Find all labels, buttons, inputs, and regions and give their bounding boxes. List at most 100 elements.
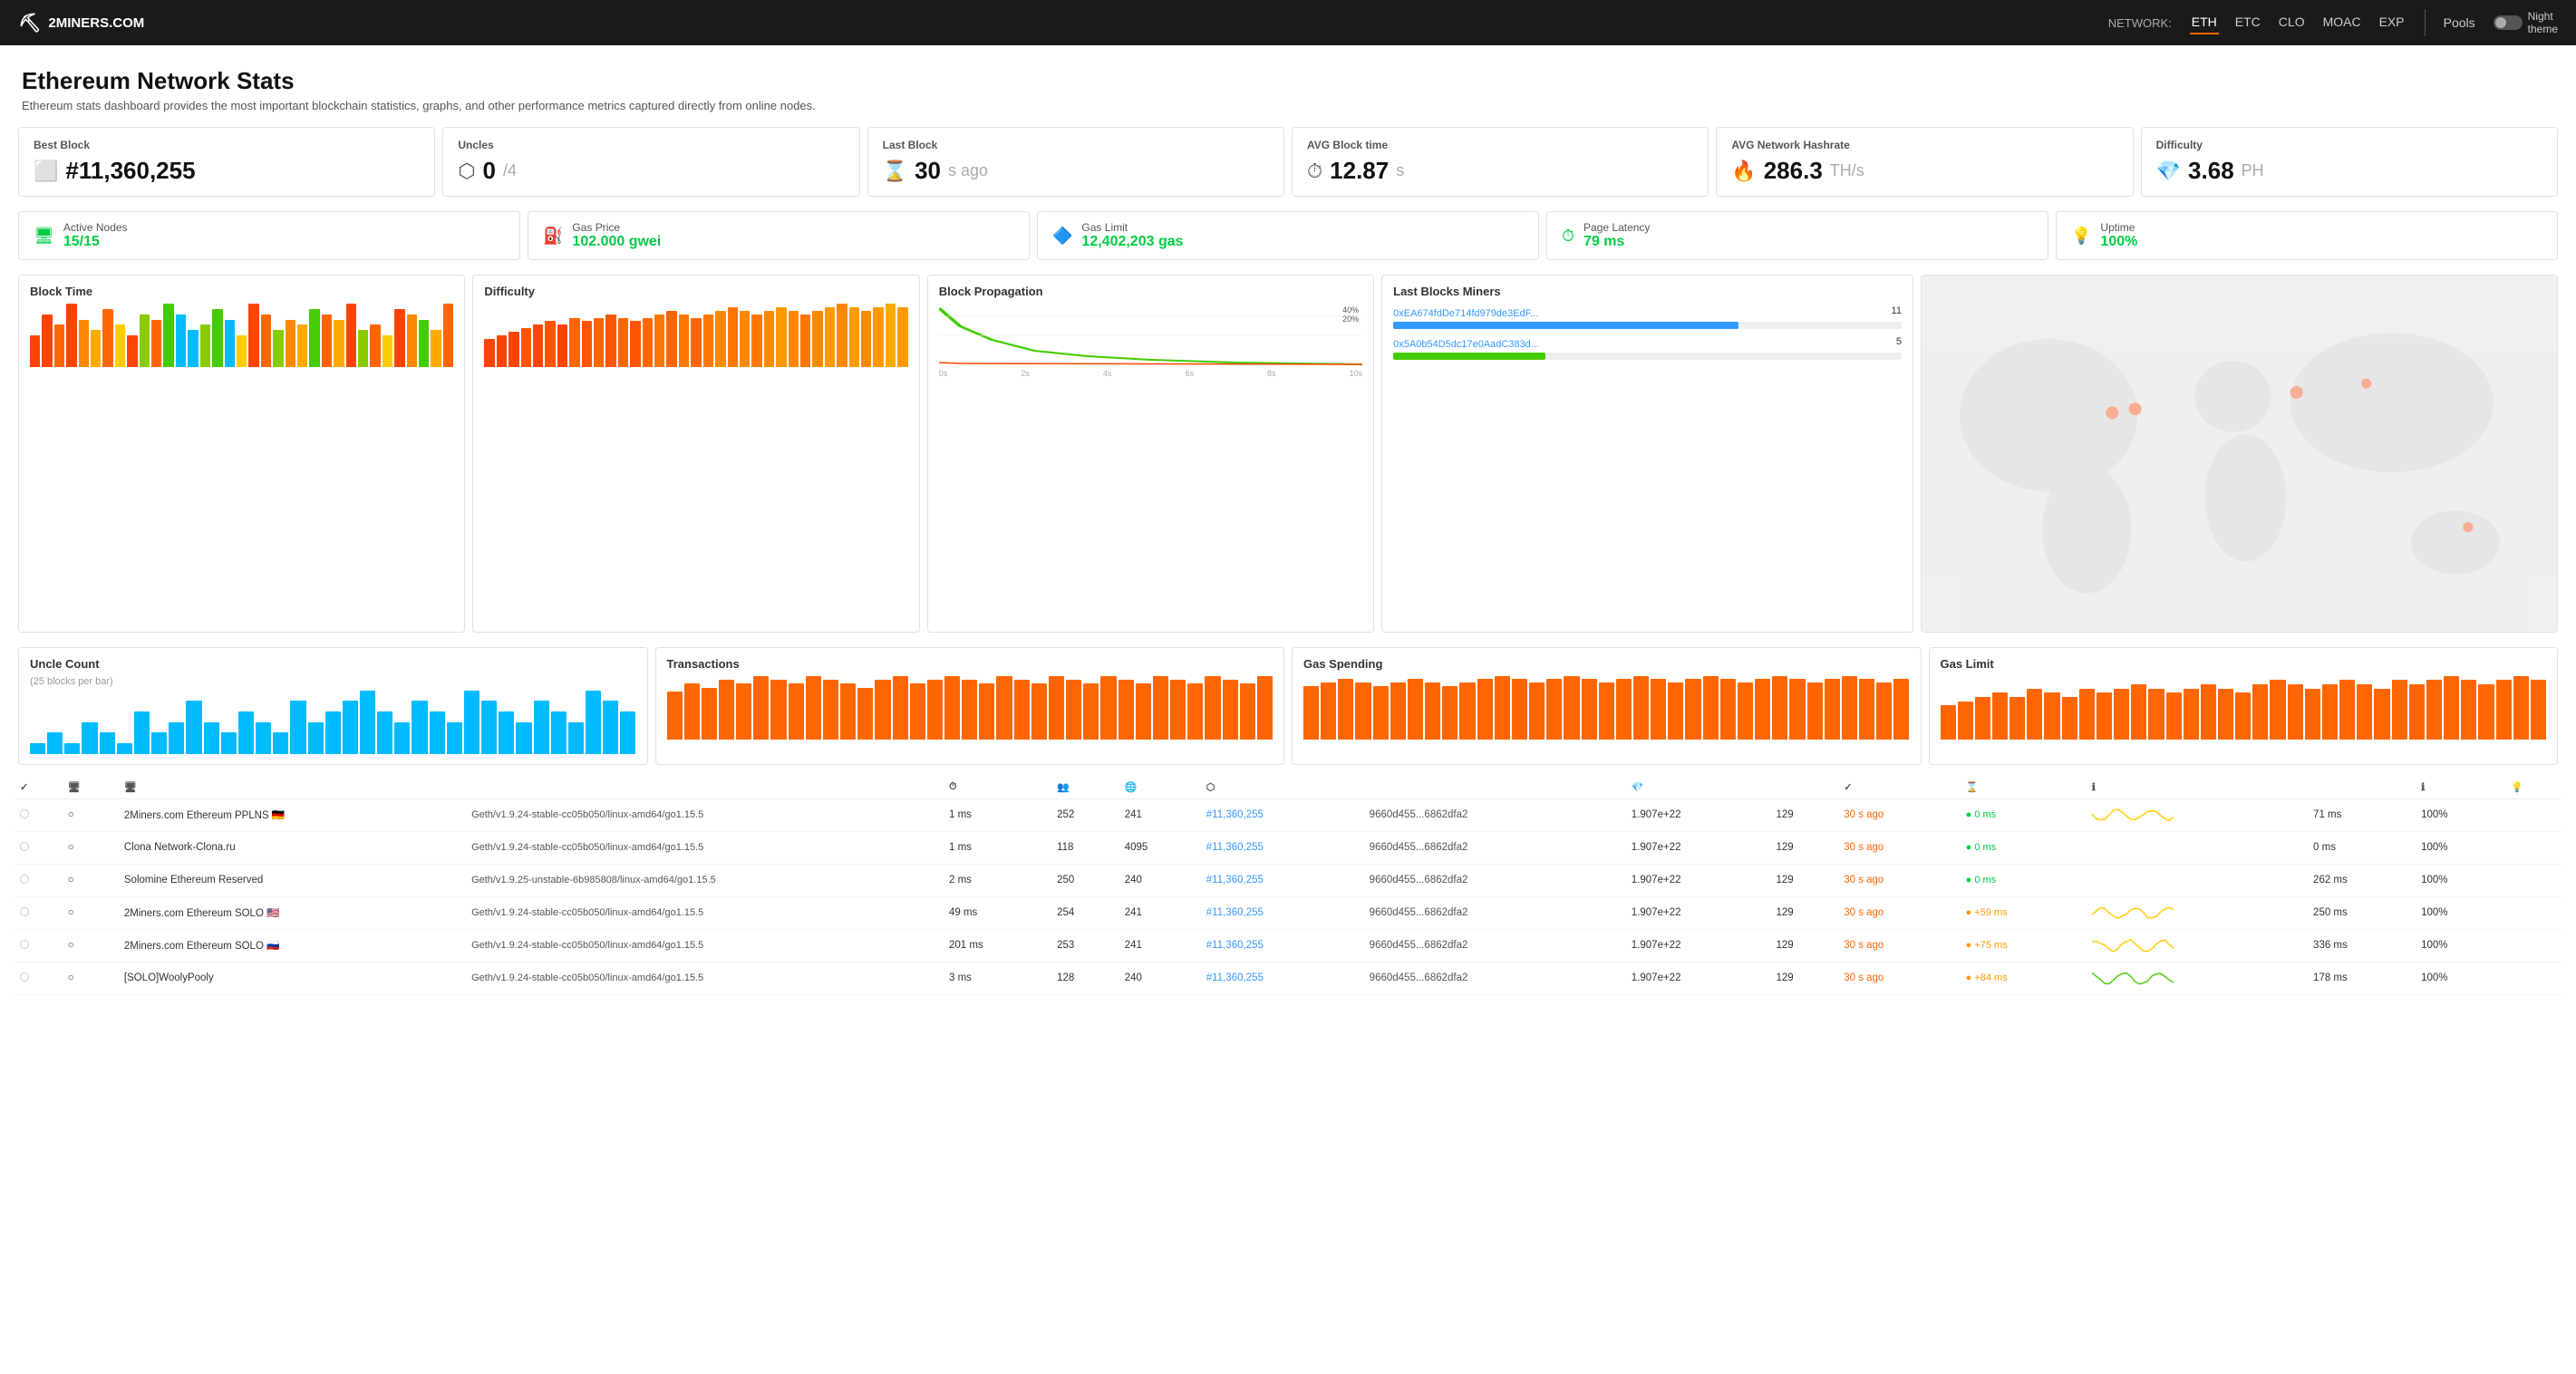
difficulty-label: Difficulty [2156,139,2542,151]
gas-price-icon: ⛽ [543,227,563,246]
bar [1685,679,1700,739]
bar [102,309,112,367]
cell-status [15,929,63,962]
bar [464,691,479,754]
bar [2235,692,2251,739]
cell-icon: ○ [63,962,119,994]
bar [1014,680,1030,740]
bar [273,732,288,753]
bar [221,732,237,753]
bar [419,320,429,368]
brand[interactable]: ⛏ 2MINERS.COM [18,12,144,34]
cell-latency2: 178 ms [2308,962,2416,994]
bar [412,701,427,753]
uncles-unit: /4 [503,161,517,180]
bar [100,732,115,753]
bar [1136,683,1151,739]
cell-latency2: 262 ms [2308,864,2416,896]
bar [620,711,635,754]
page-latency-label: Page Latency [1583,221,1650,234]
pools-link[interactable]: Pools [2444,15,2475,30]
bar [1992,692,2008,739]
bar [1303,686,1319,739]
difficulty-bars [484,304,907,367]
bar [2409,684,2425,740]
cell-icon: ○ [63,831,119,864]
bar [2322,684,2338,740]
th-propagation: ℹ [2087,776,2308,799]
bar [2461,680,2476,739]
cell-propagation: ● 0 ms [1961,798,2087,831]
bar [1373,686,1389,739]
uncles-value: 0 [483,157,496,185]
bar [169,722,184,754]
toggle-switch[interactable] [2494,15,2523,30]
best-block-value: #11,360,255 [65,157,195,185]
bar [134,711,150,754]
bar [770,680,786,740]
cell-block: #11,360,255 [1201,831,1364,864]
bar [140,314,150,367]
bar [308,722,324,754]
bar [873,307,883,367]
cell-latency-ms: 1 ms [944,798,1051,831]
brand-name: 2MINERS.COM [48,15,144,31]
bar [764,311,774,367]
bar [407,314,417,367]
bar [666,311,676,367]
th-latency2: ℹ [2416,776,2505,799]
bar [1408,679,1423,739]
bar [2270,680,2285,739]
bar [1755,679,1770,739]
cell-blockhash: 9660d455...6862dfa2 [1364,798,1626,831]
bar [1842,676,1857,740]
bar [1338,679,1353,739]
cell-lastblock: 30 s ago [1838,929,1960,962]
cell-txs: 129 [1771,798,1839,831]
bar [2027,689,2042,740]
stat-card-avg-block-time: AVG Block time ⏱ 12.87 s [1292,127,1709,197]
cell-difficulty: 1.907e+22 [1626,929,1771,962]
cell-latency2: 250 ms [2308,896,2416,929]
bar [42,314,52,367]
propagation-area: 40%20% [939,304,1362,367]
bar [568,722,584,754]
bar [497,335,507,367]
nav-exp[interactable]: EXP [2377,11,2407,34]
bar [2148,689,2164,740]
table-row: ○ Clona Network-Clona.ru Geth/v1.9.24-st… [15,831,2561,864]
bar [857,688,873,740]
gas-limit-label: Gas Limit [1081,221,1183,234]
bar [812,311,822,367]
cell-block: #11,360,255 [1201,962,1364,994]
bar [484,339,494,367]
cell-info: Geth/v1.9.24-stable-cc05b050/linux-amd64… [466,896,944,929]
bar [2218,689,2233,740]
nav-clo[interactable]: CLO [2277,11,2307,34]
stat-card-difficulty: Difficulty 💎 3.68 PH [2141,127,2558,197]
night-toggle[interactable]: Nighttheme [2494,10,2558,35]
difficulty-unit: PH [2242,161,2264,180]
miner-count-2: 5 [1896,336,1902,347]
bar [2184,689,2199,740]
bar [1859,679,1874,739]
cell-blockhash: 9660d455...6862dfa2 [1364,831,1626,864]
bar [383,335,392,367]
bar [54,324,64,367]
nav-moac[interactable]: MOAC [2321,11,2363,34]
status-dot [20,809,29,818]
th-blockhash [1364,776,1626,799]
nav-etc[interactable]: ETC [2233,11,2262,34]
cell-blockhash: 9660d455...6862dfa2 [1364,962,1626,994]
nav-eth[interactable]: ETH [2190,11,2219,34]
cell-txs: 129 [1771,929,1839,962]
stat-page-latency: ⏱ Page Latency 79 ms [1546,211,2048,260]
bar [582,321,592,367]
stat-cards-row: Best Block ⬜ #11,360,255 Uncles ⬡ 0 /4 L… [0,123,2576,208]
sparkline-svg [2092,903,2174,921]
node-map [1921,275,2558,633]
th-uptime: 💡 [2505,776,2561,799]
bar [508,332,518,367]
bar [1425,682,1440,739]
bar [481,701,497,753]
